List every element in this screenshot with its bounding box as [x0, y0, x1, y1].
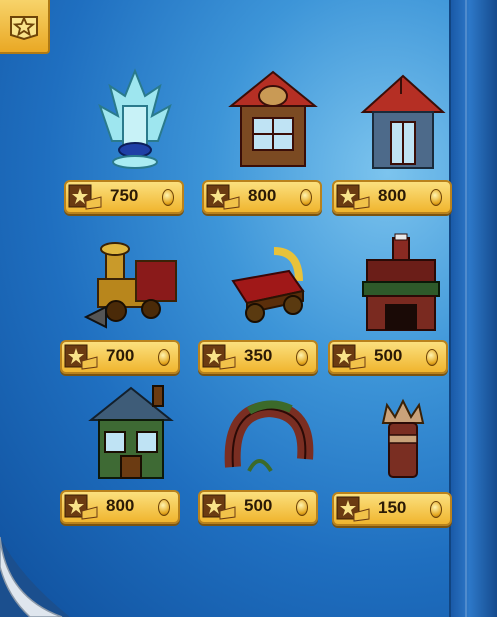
price-amount: 800 — [248, 186, 277, 205]
price-amount: 800 — [378, 186, 407, 205]
item-image — [324, 222, 474, 340]
coin-icon — [430, 189, 442, 206]
catalog-item-cart[interactable]: 350 — [194, 222, 344, 382]
member-star-icon — [68, 184, 102, 210]
coin-icon — [162, 189, 174, 206]
catalog-item-fireplace[interactable]: 500 — [324, 222, 474, 382]
coin-icon — [426, 349, 438, 366]
member-star-icon — [336, 496, 370, 522]
price-amount: 500 — [244, 496, 273, 515]
item-image — [328, 374, 478, 492]
member-star-icon — [206, 184, 240, 210]
price-amount: 800 — [106, 496, 135, 515]
price-amount: 500 — [374, 346, 403, 365]
coin-icon — [296, 349, 308, 366]
coin-icon — [296, 499, 308, 516]
coin-icon — [430, 501, 442, 518]
item-image — [198, 62, 348, 180]
catalog-item-train[interactable]: 700 — [56, 222, 206, 382]
price-tag[interactable]: 350 — [198, 340, 318, 374]
page-curl[interactable] — [0, 477, 70, 617]
price-tag[interactable]: 800 — [60, 490, 180, 524]
coin-icon — [158, 349, 170, 366]
price-amount: 700 — [106, 346, 135, 365]
member-badge[interactable] — [0, 0, 50, 54]
price-tag[interactable]: 700 — [60, 340, 180, 374]
catalog-item-stump[interactable]: 150 — [328, 374, 478, 534]
price-tag[interactable]: 800 — [202, 180, 322, 214]
member-star-icon — [64, 344, 98, 370]
member-star-icon — [336, 184, 370, 210]
item-image — [56, 372, 206, 490]
item-image — [194, 372, 344, 490]
price-amount: 150 — [378, 498, 407, 517]
coin-icon — [158, 499, 170, 516]
catalog-item-cottage[interactable]: 800 — [198, 62, 348, 222]
item-image — [60, 62, 210, 180]
price-amount: 350 — [244, 346, 273, 365]
catalog-item-ice-throne[interactable]: 750 — [60, 62, 210, 222]
item-image — [56, 222, 206, 340]
catalog-item-house[interactable]: 800 — [328, 62, 478, 222]
price-amount: 750 — [110, 186, 139, 205]
price-tag[interactable]: 500 — [198, 490, 318, 524]
price-tag[interactable]: 750 — [64, 180, 184, 214]
star-badge-icon — [10, 15, 38, 41]
catalog-page: 750 800 800 700 350 500 800 500 150 — [0, 0, 497, 617]
price-tag[interactable]: 500 — [328, 340, 448, 374]
catalog-item-rustic-house[interactable]: 800 — [56, 372, 206, 532]
member-star-icon — [202, 344, 236, 370]
item-image — [328, 62, 478, 180]
price-tag[interactable]: 150 — [332, 492, 452, 526]
coin-icon — [300, 189, 312, 206]
price-tag[interactable]: 800 — [332, 180, 452, 214]
catalog-item-arch[interactable]: 500 — [194, 372, 344, 532]
item-image — [194, 222, 344, 340]
member-star-icon — [332, 344, 366, 370]
member-star-icon — [202, 494, 236, 520]
